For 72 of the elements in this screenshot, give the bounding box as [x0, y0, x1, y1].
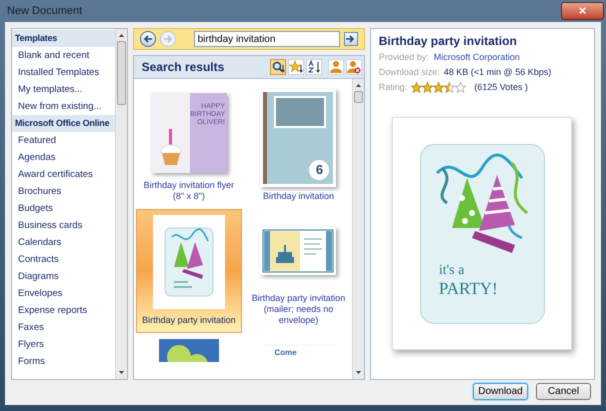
star-icon — [455, 82, 466, 93]
card-text: it's a — [438, 262, 464, 278]
template-tile[interactable]: 6 Birthday invitation — [245, 85, 352, 209]
category-item[interactable]: Installed Templates — [12, 64, 115, 81]
category-item[interactable]: Forms — [12, 353, 115, 370]
thumbnail-text: Come — [274, 348, 297, 358]
results-heading: Search results — [142, 59, 224, 76]
field-label: Provided by: — [378, 51, 429, 64]
template-tile[interactable]: Birthday party invitation — [136, 209, 242, 333]
view-toggle-button[interactable] — [346, 59, 362, 75]
category-item[interactable]: Expense reports — [12, 302, 115, 319]
back-button[interactable] — [140, 31, 156, 47]
field-label: Download size: — [378, 66, 440, 79]
vote-count: (6125 Votes ) — [474, 81, 528, 94]
template-tile[interactable]: Birthday party invitation (mailer; needs no envelope) — [245, 209, 352, 333]
person-icon — [328, 60, 343, 74]
card-text: PARTY! — [438, 278, 498, 298]
template-name: Birthday party invitation — [141, 315, 237, 326]
right-arrow-icon — [346, 35, 356, 43]
template-name: Birthday party invitation (mailer; needs no envelope) — [250, 293, 346, 326]
download-size: 48 KB (<1 min @ 56 Kbps) — [444, 66, 552, 79]
dialog-button[interactable]: Cancel — [536, 383, 591, 400]
category-heading: Microsoft Office Online — [12, 115, 115, 132]
field-label: Rating: — [378, 81, 408, 94]
template-name: Birthday invitation — [262, 191, 335, 202]
template-name: Birthday invitation flyer (8" x 8") — [142, 180, 236, 202]
category-item[interactable]: Business cards — [12, 217, 115, 234]
view-toggle-button[interactable] — [288, 59, 304, 75]
star-sort-icon — [288, 60, 303, 74]
photo-placeholder — [274, 96, 326, 128]
star-icon — [444, 82, 456, 93]
star-icon — [433, 82, 444, 93]
category-item[interactable]: Contracts — [12, 251, 115, 268]
scroll-thumb[interactable] — [354, 91, 363, 103]
go-button[interactable] — [344, 32, 358, 46]
provider-name: Microsoft Corporation — [434, 51, 520, 64]
view-toggle-button[interactable] — [328, 59, 344, 75]
category-heading: Templates — [12, 30, 115, 47]
scrollbar[interactable] — [352, 79, 364, 379]
category-item[interactable]: Envelopes — [12, 285, 115, 302]
category-item[interactable]: Budgets — [12, 200, 115, 217]
category-item[interactable]: Faxes — [12, 319, 115, 336]
cupcake-drawing — [158, 126, 183, 166]
left-arrow-icon — [142, 35, 153, 43]
template-title: Birthday party invitation — [378, 33, 518, 50]
balloons-drawing — [158, 339, 219, 362]
star-icon — [422, 82, 434, 93]
dialog-button[interactable]: Download — [473, 383, 528, 400]
person-remove-icon — [346, 60, 361, 74]
scroll-thumb[interactable] — [116, 41, 126, 105]
star-icon — [411, 82, 422, 93]
category-item[interactable]: Blank and recent — [12, 47, 115, 64]
view-toggle-button[interactable] — [270, 59, 286, 75]
template-tile[interactable]: Come — [245, 333, 352, 363]
party-card-drawing — [164, 227, 214, 297]
category-item[interactable]: My templates... — [12, 81, 115, 98]
window-title: New Document — [7, 4, 82, 19]
alphabetical-sort-icon — [306, 60, 321, 74]
category-item[interactable]: Diagrams — [12, 268, 115, 285]
search-icon — [270, 60, 285, 74]
category-item[interactable]: Agendas — [12, 149, 115, 166]
right-arrow-icon — [162, 35, 173, 43]
search-field[interactable]: birthday invitation — [194, 31, 340, 47]
category-item[interactable]: Award certificates — [12, 166, 115, 183]
category-item[interactable]: Flyers — [12, 336, 115, 353]
category-item[interactable]: Calendars — [12, 234, 115, 251]
view-toggle-button[interactable] — [306, 59, 322, 75]
category-item[interactable]: Featured — [12, 132, 115, 149]
category-item[interactable]: New from existing... — [12, 98, 115, 115]
category-item[interactable]: Brochures — [12, 183, 115, 200]
scrollbar[interactable] — [114, 29, 127, 379]
number-badge: 6 — [309, 160, 330, 180]
